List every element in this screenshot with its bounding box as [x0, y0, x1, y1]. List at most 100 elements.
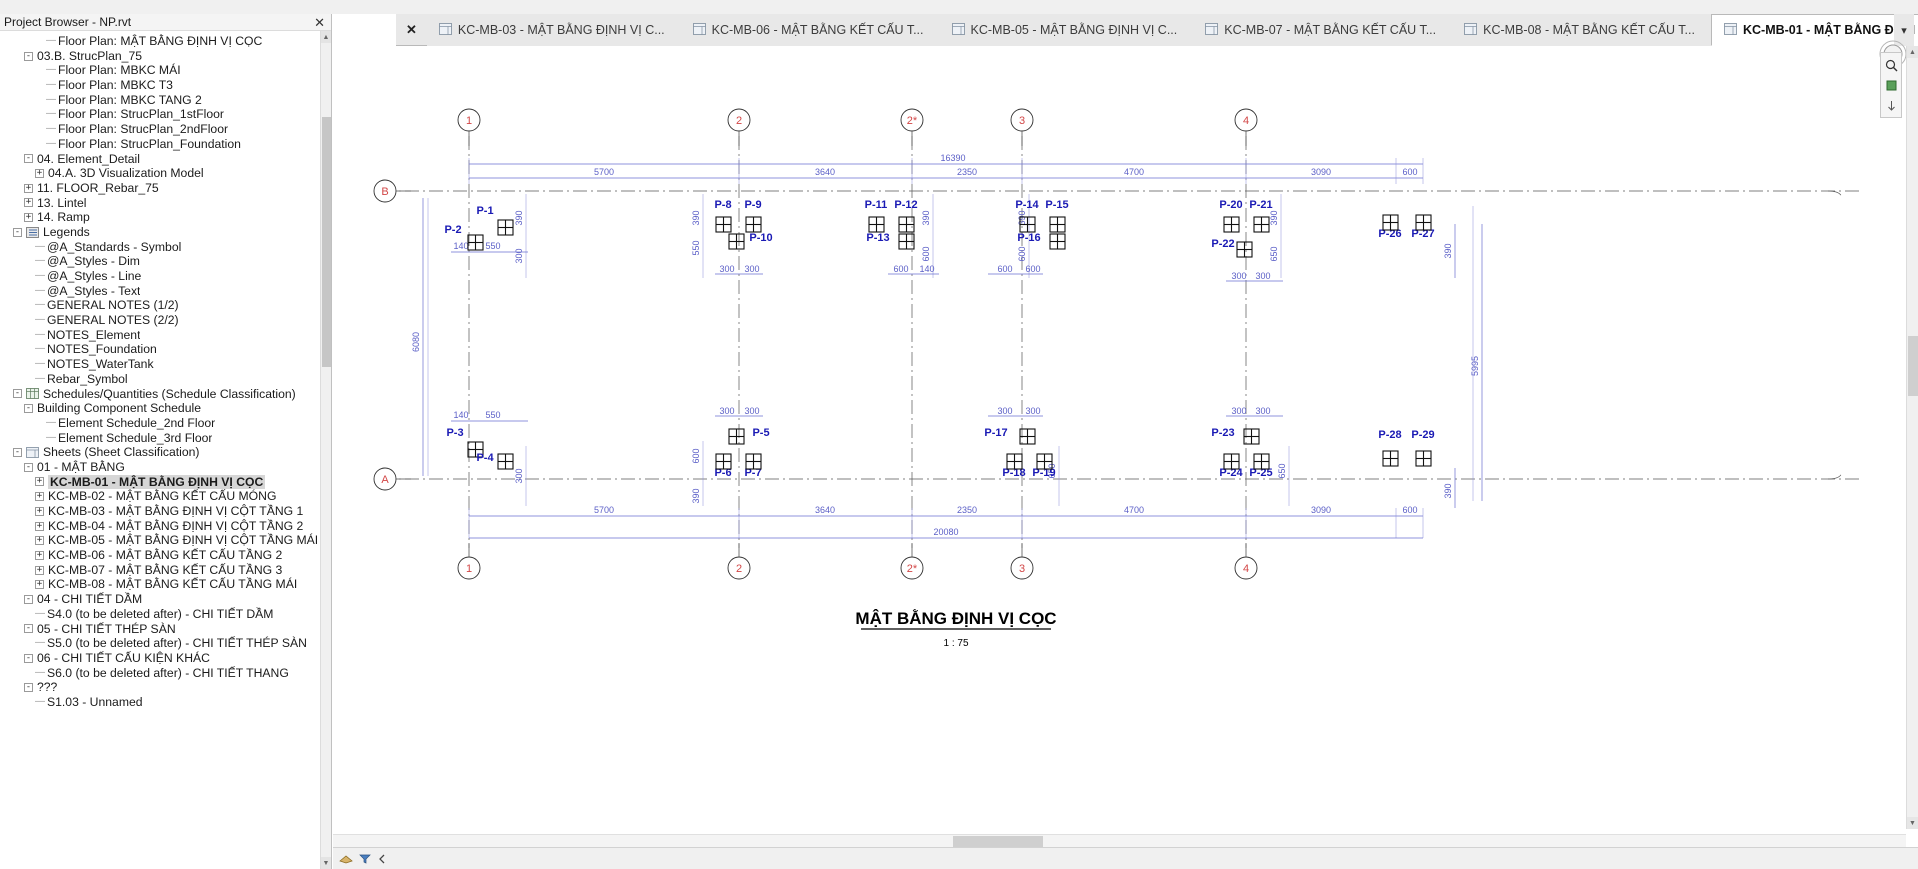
tree-item-04-a-3d-visualization-model[interactable]: +04.A. 3D Visualization Model [2, 166, 331, 181]
tree-item-notes-foundation[interactable]: — NOTES_Foundation [2, 342, 331, 357]
expand-icon[interactable]: + [24, 213, 33, 223]
tree-item-s6-0-to-be-deleted-after-chi-ti-t-thang[interactable]: — S6.0 (to be deleted after) - CHI TIẾT T… [2, 666, 331, 681]
expand-icon[interactable]: + [35, 550, 44, 560]
collapse-icon[interactable]: - [24, 683, 33, 693]
document-tab-4[interactable]: KC-MB-07 - MẬT BẰNG KẾT CẤU T... [1193, 14, 1453, 46]
grid-bubbles-bottom[interactable]: 1 2 2* 3 4 [457, 543, 1258, 580]
tree-item-legends[interactable]: - Legends [2, 225, 331, 240]
navigation-toolbar[interactable] [1880, 52, 1902, 118]
tree-item-floor-plan-mbkc-m-i[interactable]: — Floor Plan: MBKC MÁI [2, 63, 331, 78]
expand-icon[interactable]: + [35, 477, 44, 487]
collapse-icon[interactable]: - [13, 227, 22, 237]
project-browser-tree[interactable]: — Floor Plan: MẬT BẰNG ĐỊNH VỊ CỌC -03.B. … [0, 31, 331, 869]
tree-item-kc-mb-06-m-t-b-ng-k-t-c-u-t-ng-2[interactable]: + KC-MB-06 - MẬT BẰNG KẾT CẤU TẦNG 2 [2, 548, 331, 563]
expand-icon[interactable]: + [35, 521, 44, 531]
expand-icon[interactable]: + [24, 198, 33, 208]
pile-group-upper[interactable]: P-1 P-2 P-8 P-9 P-10 P-11 P-12 P-13 P-14… [444, 199, 1435, 258]
tree-item-a-styles-text[interactable]: — @A_Styles - Text [2, 284, 331, 299]
tree-item-general-notes-1-2[interactable]: — GENERAL NOTES (1/2) [2, 298, 331, 313]
expand-icon[interactable]: + [35, 492, 44, 502]
expand-icon[interactable]: + [35, 169, 44, 179]
filter-icon[interactable] [359, 853, 371, 865]
scroll-up-icon[interactable]: ▲ [321, 31, 331, 43]
tree-item-kc-mb-04-m-t-b-ng-nh-v-c-t-t-ng-2[interactable]: + KC-MB-04 - MẬT BẰNG ĐỊNH VỊ CỘT TẦNG 2 [2, 519, 331, 534]
document-tab-2[interactable]: KC-MB-06 - MẬT BẰNG KẾT CẤU T... [680, 14, 940, 46]
collapse-icon[interactable]: - [24, 154, 33, 164]
expand-icon[interactable]: + [35, 565, 44, 575]
tree-item-kc-mb-03-m-t-b-ng-nh-v-c-t-t-ng-1[interactable]: + KC-MB-03 - MẬT BẰNG ĐỊNH VỊ CỘT TẦNG 1 [2, 504, 331, 519]
tree-item-s1-03-unnamed[interactable]: — S1.03 - Unnamed [2, 695, 331, 710]
tree-item-element-schedule-3rd-floor[interactable]: — Element Schedule_3rd Floor [2, 431, 331, 446]
grid-bubbles-left[interactable]: B A [373, 179, 411, 491]
model-icon[interactable] [339, 853, 353, 865]
tree-item-s4-0-to-be-deleted-after-chi-ti-t-d-m[interactable]: — S4.0 (to be deleted after) - CHI TIẾT D… [2, 607, 331, 622]
tree-item-14-ramp[interactable]: +14. Ramp [2, 210, 331, 225]
active-view-close-button[interactable]: ✕ [396, 14, 427, 45]
collapse-icon[interactable]: - [24, 653, 33, 663]
tree-item-11-floor-rebar-75[interactable]: +11. FLOOR_Rebar_75 [2, 181, 331, 196]
pan-icon[interactable] [1882, 76, 1900, 94]
document-tab-5[interactable]: KC-MB-08 - MẬT BẰNG KẾT CẤU T... [1452, 14, 1711, 46]
tree-item-05-chi-ti-t-th-p-s-n[interactable]: -05 - CHI TIẾT THÉP SÀN [2, 622, 331, 637]
canvas-vertical-scrollbar[interactable]: ▲ ▼ [1906, 46, 1918, 829]
tree-item-03-b-strucplan-75[interactable]: -03.B. StrucPlan_75 [2, 49, 331, 64]
scrollbar-thumb[interactable] [322, 117, 331, 367]
expand-icon[interactable]: + [35, 506, 44, 516]
collapse-icon[interactable]: - [24, 51, 33, 61]
tree-item-13-lintel[interactable]: +13. Lintel [2, 196, 331, 211]
back-icon[interactable] [377, 853, 387, 865]
scroll-down-icon[interactable]: ▼ [321, 857, 331, 869]
tree-item-kc-mb-02-m-t-b-ng-k-t-c-u-m-ng[interactable]: + KC-MB-02 - MẬT BẰNG KẾT CẤU MÓNG [2, 489, 331, 504]
tree-item-04-element-detail[interactable]: -04. Element_Detail [2, 152, 331, 167]
tree-item-kc-mb-07-m-t-b-ng-k-t-c-u-t-ng-3[interactable]: + KC-MB-07 - MẬT BẰNG KẾT CẤU TẦNG 3 [2, 563, 331, 578]
tree-item-a-styles-dim[interactable]: — @A_Styles - Dim [2, 254, 331, 269]
tree-item-general-notes-2-2[interactable]: — GENERAL NOTES (2/2) [2, 313, 331, 328]
document-tab-3[interactable]: KC-MB-05 - MẬT BẰNG ĐỊNH VỊ C... [939, 14, 1194, 46]
tree-item-element-schedule-2nd-floor[interactable]: — Element Schedule_2nd Floor [2, 416, 331, 431]
tree-item-notes-element[interactable]: — NOTES_Element [2, 328, 331, 343]
tree-item-kc-mb-08-m-t-b-ng-k-t-c-u-t-ng-m-i[interactable]: + KC-MB-08 - MẬT BẰNG KẾT CẤU TẦNG MÁI [2, 577, 331, 592]
tree-item-01-m-t-b-ng[interactable]: -01 - MẬT BẰNG [2, 460, 331, 475]
orbit-icon[interactable] [1882, 96, 1900, 114]
tree-item-floor-plan-mbkc-tang-2[interactable]: — Floor Plan: MBKC TANG 2 [2, 93, 331, 108]
tree-item-kc-mb-01-m-t-b-ng-nh-v-c-c[interactable]: + KC-MB-01 - MẬT BẰNG ĐỊNH VỊ CỌC [2, 474, 331, 490]
tree-item-rebar-symbol[interactable]: — Rebar_Symbol [2, 372, 331, 387]
collapse-icon[interactable]: - [24, 594, 33, 604]
tree-item-floor-plan-strucplan-foundation[interactable]: — Floor Plan: StrucPlan_Foundation [2, 137, 331, 152]
tree-item-s5-0-to-be-deleted-after-chi-ti-t-th-p-s[interactable]: — S5.0 (to be deleted after) - CHI TIẾT T… [2, 636, 331, 651]
expand-icon[interactable]: + [35, 580, 44, 590]
tree-item-a-standards-symbol[interactable]: — @A_Standards - Symbol [2, 240, 331, 255]
tree-item-row-44[interactable]: -??? [2, 680, 331, 695]
tree-item-04-chi-ti-t-d-m[interactable]: -04 - CHI TIẾT DẦM [2, 592, 331, 607]
tree-item-schedules-quantities-schedule-classifica[interactable]: - Schedules/Quantities (Schedule Classifi… [2, 387, 331, 402]
document-tab-1[interactable]: KC-MB-03 - MẬT BẰNG ĐỊNH VỊ C... [426, 14, 681, 46]
collapse-icon[interactable]: - [24, 404, 33, 414]
tree-item-06-chi-ti-t-c-u-ki-n-kh-c[interactable]: -06 - CHI TIẾT CẤU KIỆN KHÁC [2, 651, 331, 666]
scrollbar-thumb[interactable] [953, 836, 1043, 847]
scroll-down-icon[interactable]: ▼ [1907, 817, 1918, 829]
grid-bubbles-top[interactable]: 1 2 2* 3 4 [457, 108, 1258, 146]
scroll-up-icon[interactable]: ▲ [1907, 46, 1918, 58]
tree-item-floor-plan-strucplan-1stfloor[interactable]: — Floor Plan: StrucPlan_1stFloor [2, 107, 331, 122]
expand-icon[interactable]: + [24, 183, 33, 193]
collapse-icon[interactable]: - [13, 389, 22, 399]
tree-item-building-component-schedule[interactable]: - Building Component Schedule [2, 401, 331, 416]
drawing-canvas[interactable]: 1 2 2* 3 4 1 2 2* 3 4 B A 16390 5700 364… [333, 46, 1918, 847]
close-icon[interactable]: ✕ [314, 14, 325, 31]
collapse-icon[interactable]: - [24, 624, 33, 634]
scrollbar-thumb[interactable] [1908, 336, 1918, 396]
collapse-icon[interactable]: - [13, 448, 22, 458]
collapse-icon[interactable]: - [24, 462, 33, 472]
tree-item-kc-mb-05-m-t-b-ng-nh-v-c-t-t-ng-m-i[interactable]: + KC-MB-05 - MẬT BẰNG ĐỊNH VỊ CỘT TẦNG MÁ… [2, 533, 331, 548]
zoom-icon[interactable] [1882, 56, 1900, 74]
tree-item-floor-plan-mbkc-t3[interactable]: — Floor Plan: MBKC T3 [2, 78, 331, 93]
canvas-horizontal-scrollbar[interactable] [333, 834, 1906, 847]
pile-P-17: P-17 [984, 427, 1036, 445]
tree-item-floor-plan-m-t-b-ng-nh-v-c-c[interactable]: — Floor Plan: MẬT BẰNG ĐỊNH VỊ CỌC [2, 34, 331, 49]
tree-item-a-styles-line[interactable]: — @A_Styles - Line [2, 269, 331, 284]
tree-item-sheets-sheet-classification[interactable]: - Sheets (Sheet Classification) [2, 445, 331, 460]
tree-item-notes-watertank[interactable]: — NOTES_WaterTank [2, 357, 331, 372]
expand-icon[interactable]: + [35, 536, 44, 546]
browser-vertical-scrollbar[interactable]: ▲ ▼ [320, 31, 331, 869]
tree-item-floor-plan-strucplan-2ndfloor[interactable]: — Floor Plan: StrucPlan_2ndFloor [2, 122, 331, 137]
